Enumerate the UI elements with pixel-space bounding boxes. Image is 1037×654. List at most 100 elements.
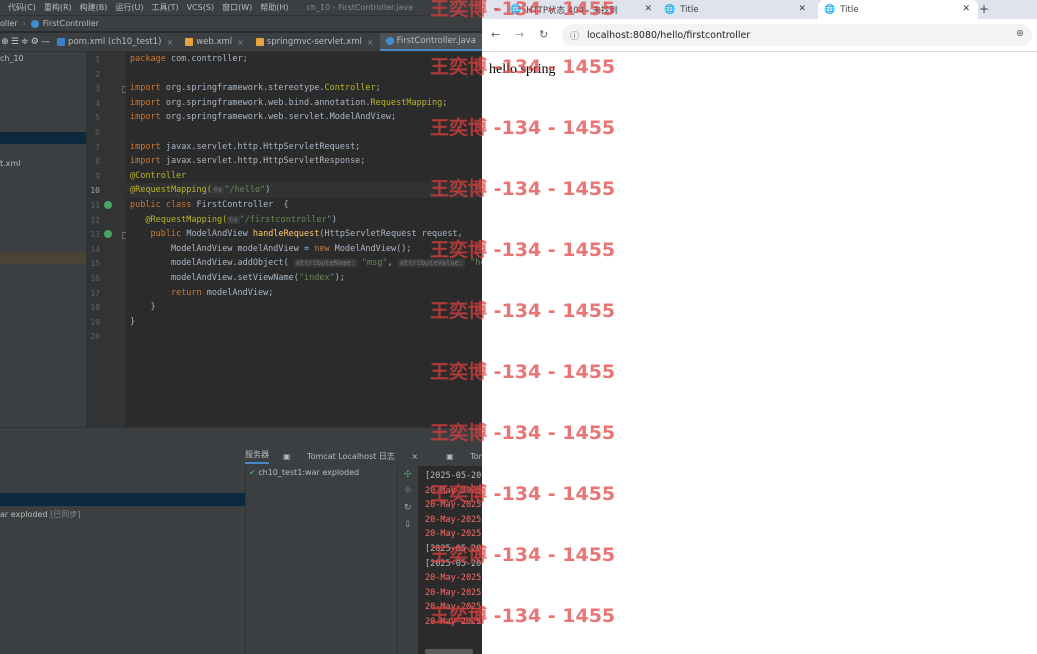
back-arrow-icon[interactable]: ← — [491, 28, 500, 41]
line-number: 6 — [95, 128, 100, 137]
code-line-10: @RequestMapping(©∨ "/hello") — [130, 185, 271, 196]
close-icon[interactable]: ✕ — [644, 4, 652, 14]
spring-mapping-icon[interactable] — [104, 230, 112, 238]
line-number: 13 — [90, 230, 100, 240]
ide-window-title: ch_10 - FirstController.java — [306, 3, 413, 12]
log-line: 20-May-2025 — [425, 529, 482, 540]
menu-refactor[interactable]: 重构(R) — [44, 2, 72, 13]
gear-icon[interactable]: ⚙ — [31, 37, 39, 47]
tab-search-icon[interactable]: ⌄ — [492, 3, 500, 13]
java-class-icon — [385, 37, 394, 45]
log-line: 20-May-2025 — [425, 573, 482, 584]
close-icon[interactable]: × — [411, 452, 418, 461]
project-tree-item[interactable]: t.xml — [0, 159, 20, 168]
menu-tools[interactable]: 工具(T) — [151, 2, 178, 13]
project-tree-selection[interactable] — [0, 132, 86, 144]
move-icon[interactable]: ✥ — [404, 486, 412, 496]
log-output[interactable]: [2025-05-20 20-May-2025 20-May-2025 20-M… — [418, 466, 482, 654]
services-panel: 服务器 ▣ Tomcat Localhost 日志 × ▣ Tomcat Cat… — [0, 427, 482, 654]
server-item[interactable]: ar exploded [已同步] — [0, 509, 80, 520]
close-icon[interactable]: × — [367, 38, 374, 47]
line-number: 18 — [90, 303, 100, 313]
spring-bean-icon[interactable] — [104, 201, 112, 209]
code-line-17: return modelAndView; — [170, 287, 274, 298]
target-icon[interactable]: ⊕ — [1, 37, 9, 47]
code-line-1: package com.controller; — [130, 54, 248, 64]
editor-tab-active[interactable]: FirstController.java — [379, 33, 482, 51]
forward-arrow-icon[interactable]: → — [515, 28, 524, 41]
log-line: 20-May-2025 — [425, 514, 482, 525]
breadcrumb-item[interactable]: FirstController — [43, 19, 99, 28]
menu-code[interactable]: 代码(C) — [8, 2, 36, 13]
line-number: 17 — [90, 288, 100, 298]
site-info-icon[interactable]: ⓘ — [570, 29, 579, 42]
log-icon: ▣ — [446, 451, 457, 461]
editor-tab[interactable]: springmvc-servlet.xml × — [250, 33, 380, 51]
editor-tab[interactable]: web.xml × — [179, 33, 250, 51]
tab-tomcat-localhost-log[interactable]: ▣ Tomcat Localhost 日志 × — [283, 451, 432, 462]
tab-server[interactable]: 服务器 — [245, 449, 269, 464]
code-text: package com.controller; import org.sprin… — [130, 52, 482, 327]
line-number: 4 — [95, 98, 100, 108]
breadcrumb-item[interactable]: oller — [0, 19, 18, 28]
zoom-icon[interactable]: ⊕ — [1016, 28, 1024, 39]
code-line-14: ModelAndView modelAndView = new ModelAnd… — [170, 243, 412, 254]
menu-build[interactable]: 构建(B) — [80, 2, 108, 13]
tab-tomcat-catalina[interactable]: ▣ Tomcat Catalina — [446, 452, 482, 461]
browser-tab[interactable]: 🌐 Title ✕ — [664, 0, 814, 19]
browser-tab[interactable]: 🌐 HTTP状态 404 - 未找到 ✕ — [510, 0, 660, 19]
menu-window[interactable]: 窗口(W) — [222, 2, 252, 13]
line-number: 11 — [90, 201, 100, 210]
code-line-7: import javax.servlet.http.HttpServletReq… — [130, 141, 361, 152]
chevron-right-icon: › — [22, 19, 26, 28]
code-line-12: @RequestMapping(©∨ "/firstcontroller") — [145, 214, 337, 225]
services-tree: ar exploded [已同步] — [0, 466, 245, 654]
menu-vcs[interactable]: VCS(S) — [187, 3, 214, 12]
new-tab-button[interactable]: + — [979, 2, 989, 16]
close-icon[interactable]: ✕ — [798, 4, 806, 14]
code-line-18: } — [150, 302, 156, 313]
browser-tab-active[interactable]: 🌐 Title ✕ — [818, 0, 978, 19]
undeploy-icon[interactable]: ⇩ — [404, 520, 412, 530]
close-icon[interactable]: ✕ — [962, 4, 970, 14]
browser-toolbar: ← → ↻ ⓘ localhost:8080/hello/firstcontro… — [482, 19, 1037, 52]
editor-tab-label: springmvc-servlet.xml — [266, 37, 362, 47]
code-editor[interactable]: package com.controller; import org.sprin… — [126, 52, 482, 427]
xml-file-icon — [185, 38, 194, 46]
browser-window: ⌄ 🌐 HTTP状态 404 - 未找到 ✕ 🌐 Title ✕ 🌐 Title… — [482, 0, 1037, 654]
log-line: 20-May-2025 — [425, 587, 482, 598]
deployment-item[interactable]: ✔ ch10_test1:war exploded — [249, 468, 359, 477]
log-line: [2025-05-20 — [425, 558, 482, 569]
log-scrollbar[interactable] — [425, 649, 473, 654]
line-number: 9 — [95, 171, 100, 181]
project-toolbar: ⊕ ☰ ≑ ⚙ — — [0, 37, 51, 47]
line-number: 8 — [95, 157, 100, 167]
minimize-icon[interactable]: — — [41, 37, 50, 47]
editor-tabs-bar: ⊕ ☰ ≑ ⚙ — pom.xml (ch10_test1) × web.xml… — [0, 33, 482, 52]
ide-window: 代码(C) 重构(R) 构建(B) 运行(U) 工具(T) VCS(S) 窗口(… — [0, 0, 482, 654]
line-gutter: 1 2 3 4 5 6 7 8 9 10 11 12 13 14 15 16 1… — [86, 52, 129, 427]
project-tree-item[interactable]: ch_10 — [0, 54, 24, 63]
services-tree-selection[interactable] — [0, 493, 245, 506]
menu-run[interactable]: 运行(U) — [115, 2, 143, 13]
deployment-list: ✔ ch10_test1:war exploded — [245, 466, 398, 654]
code-line-11: public class FirstController { — [130, 200, 289, 210]
check-icon: ✔ — [249, 468, 256, 477]
browser-tab-title: HTTP状态 404 - 未找到 — [526, 5, 618, 16]
line-number: 12 — [90, 215, 100, 225]
editor-tab[interactable]: pom.xml (ch10_test1) × — [51, 33, 179, 51]
collapse-all-icon[interactable]: ≑ — [21, 37, 29, 47]
expand-all-icon[interactable]: ☰ — [11, 37, 19, 47]
code-line-16: modelAndView.setViewName("index"); — [170, 273, 345, 283]
log-line: 20-May-2025 — [425, 602, 482, 613]
close-icon[interactable]: × — [167, 38, 174, 47]
line-number: 5 — [95, 113, 100, 123]
reload-icon[interactable]: ↻ — [539, 28, 548, 41]
address-bar[interactable]: ⓘ localhost:8080/hello/firstcontroller ⊕ — [562, 24, 1032, 46]
menu-help[interactable]: 帮助(H) — [260, 2, 288, 13]
refresh-icon[interactable]: ↻ — [404, 503, 412, 513]
editor-tab-label: web.xml — [196, 37, 233, 47]
deploy-icon[interactable]: ✣ — [404, 470, 412, 480]
close-icon[interactable]: × — [237, 38, 244, 47]
url-text[interactable]: localhost:8080/hello/firstcontroller — [587, 30, 750, 41]
